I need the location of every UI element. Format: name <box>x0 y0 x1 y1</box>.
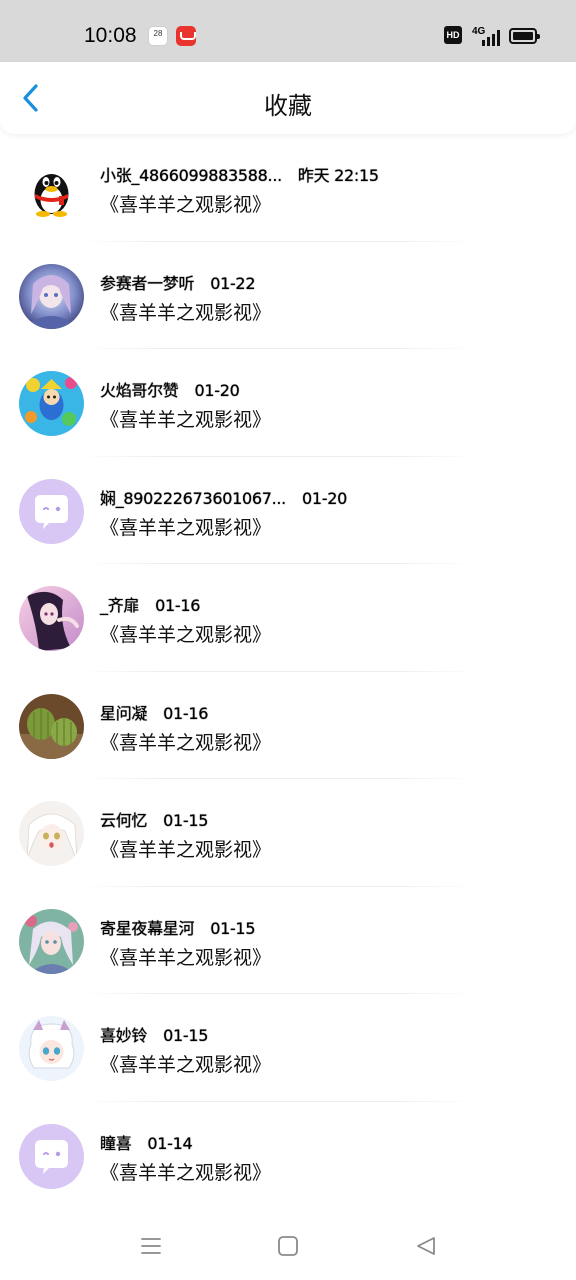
item-header: 寄星夜幕星河 01-15 <box>100 915 256 939</box>
item-content[interactable]: 《喜羊羊之观影视》 <box>100 943 271 970</box>
item-header: 娴_890222673601067... 01-20 <box>100 485 347 509</box>
item-date: 01-14 <box>147 1133 193 1153</box>
item-content[interactable]: 《喜羊羊之观影视》 <box>100 1050 271 1077</box>
list-item[interactable]: 寄星夜幕星河 01-15 《喜羊羊之观影视》 <box>0 887 576 994</box>
list-item[interactable]: 星问凝 01-16 《喜羊羊之观影视》 <box>0 672 576 779</box>
user-name[interactable]: 云何忆 <box>100 811 147 830</box>
anime-girl-white-avatar <box>19 801 84 866</box>
cartoon-colorful-avatar <box>19 371 84 436</box>
item-header: 参赛者一梦听 01-22 <box>100 270 256 294</box>
avatar[interactable] <box>19 1016 84 1081</box>
item-header: 小张_4866099883588... 昨天 22:15 <box>100 162 379 186</box>
chat-bubble-icon <box>19 1123 84 1189</box>
item-date: 昨天 22:15 <box>297 166 379 185</box>
anime-girl-blue-avatar <box>19 263 84 329</box>
qq-penguin-icon <box>19 156 84 221</box>
item-date: 01-16 <box>163 703 209 723</box>
app-header: 收藏 <box>0 62 576 134</box>
avatar[interactable] <box>19 908 84 974</box>
chat-bubble-icon <box>19 478 84 544</box>
item-date: 01-20 <box>194 381 240 400</box>
app-notification-icon <box>176 26 196 46</box>
menu-button[interactable] <box>139 1234 163 1258</box>
user-name[interactable]: 喜妙铃 <box>100 1026 147 1045</box>
user-name[interactable]: 瞳喜 <box>100 1134 132 1153</box>
signal-icon <box>478 30 500 46</box>
user-name[interactable]: 娴_890222673601067... <box>100 489 286 508</box>
list-item[interactable]: 火焰哥尔赞 01-20 《喜羊羊之观影视》 <box>0 349 576 457</box>
item-header: 星问凝 01-16 <box>100 700 208 724</box>
list-item[interactable]: 云何忆 01-15 《喜羊羊之观影视》 <box>0 779 576 887</box>
user-name[interactable]: 寄星夜幕星河 <box>100 919 195 938</box>
nav-back-button[interactable] <box>414 1234 438 1258</box>
item-header: 瞳喜 01-14 <box>100 1130 193 1154</box>
favorites-list: 小张_4866099883588... 昨天 22:15 《喜羊羊之观影视》 参赛… <box>0 134 576 1209</box>
item-date: 01-20 <box>301 488 347 508</box>
avatar[interactable] <box>19 478 84 544</box>
chibi-girl-avatar <box>19 1016 84 1081</box>
anime-girl-pink-avatar <box>19 586 84 651</box>
back-triangle-icon <box>417 1237 435 1255</box>
item-date: 01-15 <box>163 811 209 830</box>
anime-girl-teal-avatar <box>19 908 84 974</box>
calendar-notification-icon: 周二 28 <box>148 26 168 46</box>
item-content[interactable]: 《喜羊羊之观影视》 <box>100 190 271 217</box>
item-content[interactable]: 《喜羊羊之观影视》 <box>100 298 271 325</box>
avatar[interactable] <box>19 263 84 329</box>
item-content[interactable]: 《喜羊羊之观影视》 <box>100 728 271 755</box>
avatar[interactable] <box>19 693 84 759</box>
page-title: 收藏 <box>264 92 312 120</box>
list-item[interactable]: 瞳喜 01-14 《喜羊羊之观影视》 <box>0 1102 576 1210</box>
status-time: 10:08 <box>84 24 137 47</box>
user-name[interactable]: 小张_4866099883588... <box>100 166 282 185</box>
item-date: 01-22 <box>210 273 256 293</box>
avatar[interactable] <box>19 156 84 221</box>
item-date: 01-15 <box>163 1026 209 1045</box>
battery-icon <box>509 28 540 44</box>
cactus-avatar <box>19 693 84 759</box>
list-item[interactable]: _齐扉 01-16 《喜羊羊之观影视》 <box>0 564 576 672</box>
avatar[interactable] <box>19 801 84 866</box>
avatar[interactable] <box>19 586 84 651</box>
item-header: 云何忆 01-15 <box>100 807 208 831</box>
calendar-day: 28 <box>153 29 163 38</box>
item-content[interactable]: 《喜羊羊之观影视》 <box>100 1158 271 1185</box>
home-button[interactable] <box>276 1234 300 1258</box>
list-item[interactable]: 娴_890222673601067... 01-20 《喜羊羊之观影视》 <box>0 457 576 564</box>
user-name[interactable]: 参赛者一梦听 <box>100 274 195 293</box>
item-content[interactable]: 《喜羊羊之观影视》 <box>100 513 271 540</box>
hd-icon: HD <box>444 26 462 44</box>
avatar[interactable] <box>19 371 84 436</box>
item-header: _齐扉 01-16 <box>100 592 200 616</box>
user-name[interactable]: _齐扉 <box>100 596 139 615</box>
system-nav-bar <box>0 1210 576 1280</box>
list-item[interactable]: 参赛者一梦听 01-22 《喜羊羊之观影视》 <box>0 242 576 349</box>
list-item[interactable]: 喜妙铃 01-15 《喜羊羊之观影视》 <box>0 994 576 1102</box>
item-content[interactable]: 《喜羊羊之观影视》 <box>100 835 271 862</box>
item-content[interactable]: 《喜羊羊之观影视》 <box>100 405 271 432</box>
home-icon <box>278 1236 298 1256</box>
item-date: 01-15 <box>210 918 256 938</box>
item-header: 喜妙铃 01-15 <box>100 1022 208 1046</box>
status-bar: 10:08 周二 28 HD 4G <box>0 0 576 62</box>
menu-icon <box>141 1238 161 1254</box>
avatar[interactable] <box>19 1123 84 1189</box>
item-date: 01-16 <box>155 596 201 615</box>
item-content[interactable]: 《喜羊羊之观影视》 <box>100 620 271 647</box>
item-header: 火焰哥尔赞 01-20 <box>100 377 240 401</box>
list-item[interactable]: 小张_4866099883588... 昨天 22:15 《喜羊羊之观影视》 <box>0 134 576 242</box>
user-name[interactable]: 火焰哥尔赞 <box>100 381 179 400</box>
user-name[interactable]: 星问凝 <box>100 704 147 723</box>
